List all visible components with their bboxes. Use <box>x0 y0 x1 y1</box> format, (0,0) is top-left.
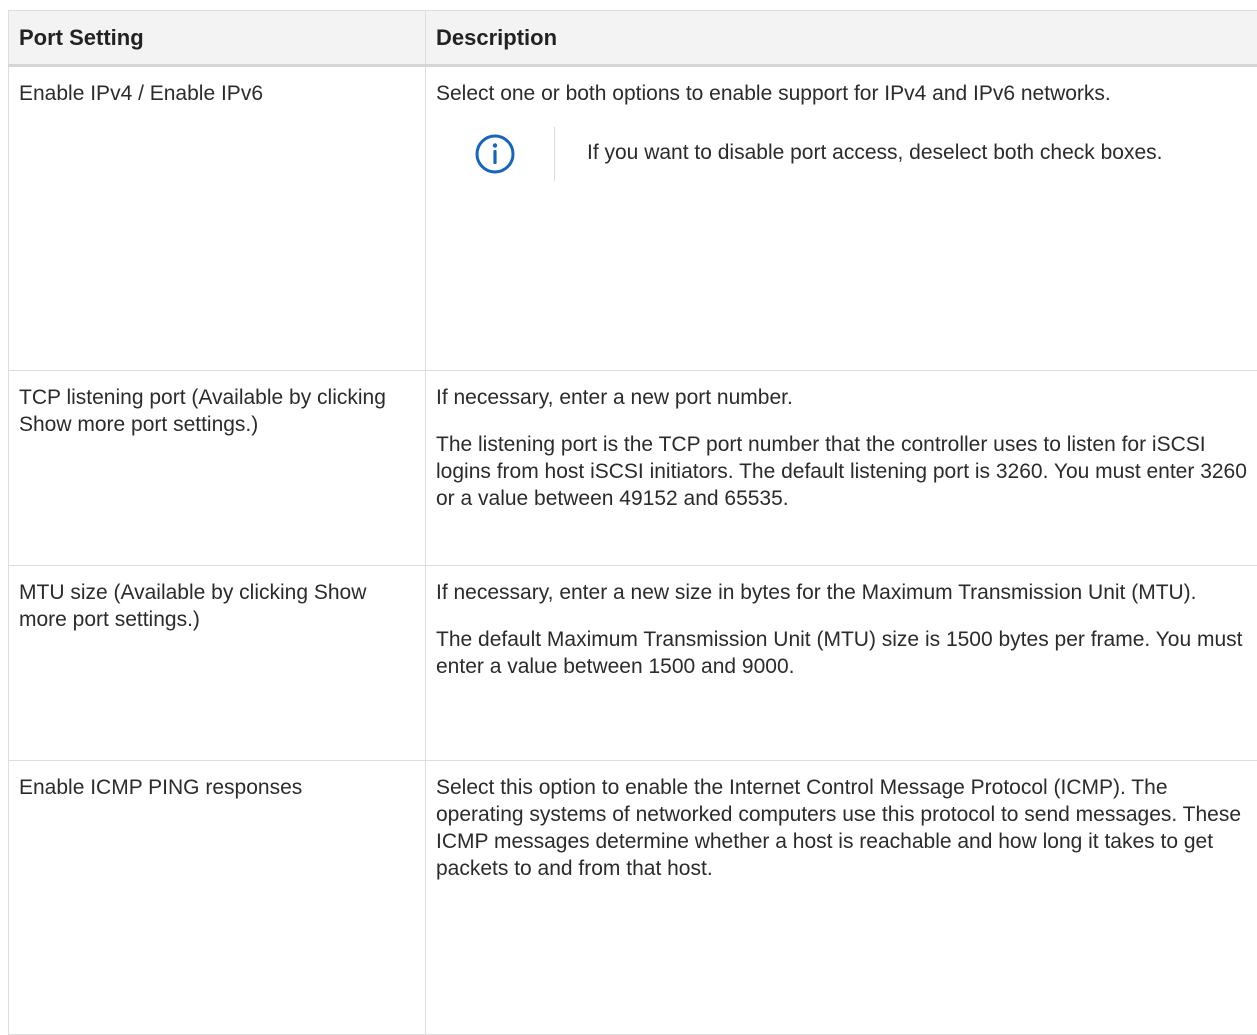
description-paragraph: Select this option to enable the Interne… <box>436 774 1257 882</box>
description-paragraph: The listening port is the TCP port numbe… <box>436 431 1257 512</box>
note-text: If you want to disable port access, dese… <box>555 127 1227 181</box>
description-paragraph: The default Maximum Transmission Unit (M… <box>436 626 1257 680</box>
setting-cell: Enable IPv4 / Enable IPv6 <box>9 66 426 371</box>
note-callout: If you want to disable port access, dese… <box>436 127 1257 181</box>
column-header-port-setting: Port Setting <box>9 11 426 66</box>
description-paragraph: Select one or both options to enable sup… <box>436 80 1257 107</box>
table-header-row: Port Setting Description <box>9 11 1257 66</box>
description-paragraph: If necessary, enter a new port number. <box>436 384 1257 411</box>
description-cell: If necessary, enter a new port number. T… <box>426 371 1257 566</box>
table-row: Enable ICMP PING responses Select this o… <box>9 761 1257 1035</box>
setting-cell: Enable ICMP PING responses <box>9 761 426 1035</box>
setting-cell: TCP listening port (Available by clickin… <box>9 371 426 566</box>
table-row: MTU size (Available by clicking Show mor… <box>9 566 1257 761</box>
table-row: Enable IPv4 / Enable IPv6 Select one or … <box>9 66 1257 371</box>
port-settings-table: Port Setting Description Enable IPv4 / E… <box>8 10 1257 1035</box>
setting-cell: MTU size (Available by clicking Show mor… <box>9 566 426 761</box>
description-cell: Select one or both options to enable sup… <box>426 66 1257 371</box>
description-cell: Select this option to enable the Interne… <box>426 761 1257 1035</box>
column-header-description: Description <box>426 11 1257 66</box>
description-cell: If necessary, enter a new size in bytes … <box>426 566 1257 761</box>
description-paragraph: If necessary, enter a new size in bytes … <box>436 579 1257 606</box>
table-row: TCP listening port (Available by clickin… <box>9 371 1257 566</box>
info-icon <box>474 133 516 175</box>
note-icon-container <box>436 127 555 181</box>
